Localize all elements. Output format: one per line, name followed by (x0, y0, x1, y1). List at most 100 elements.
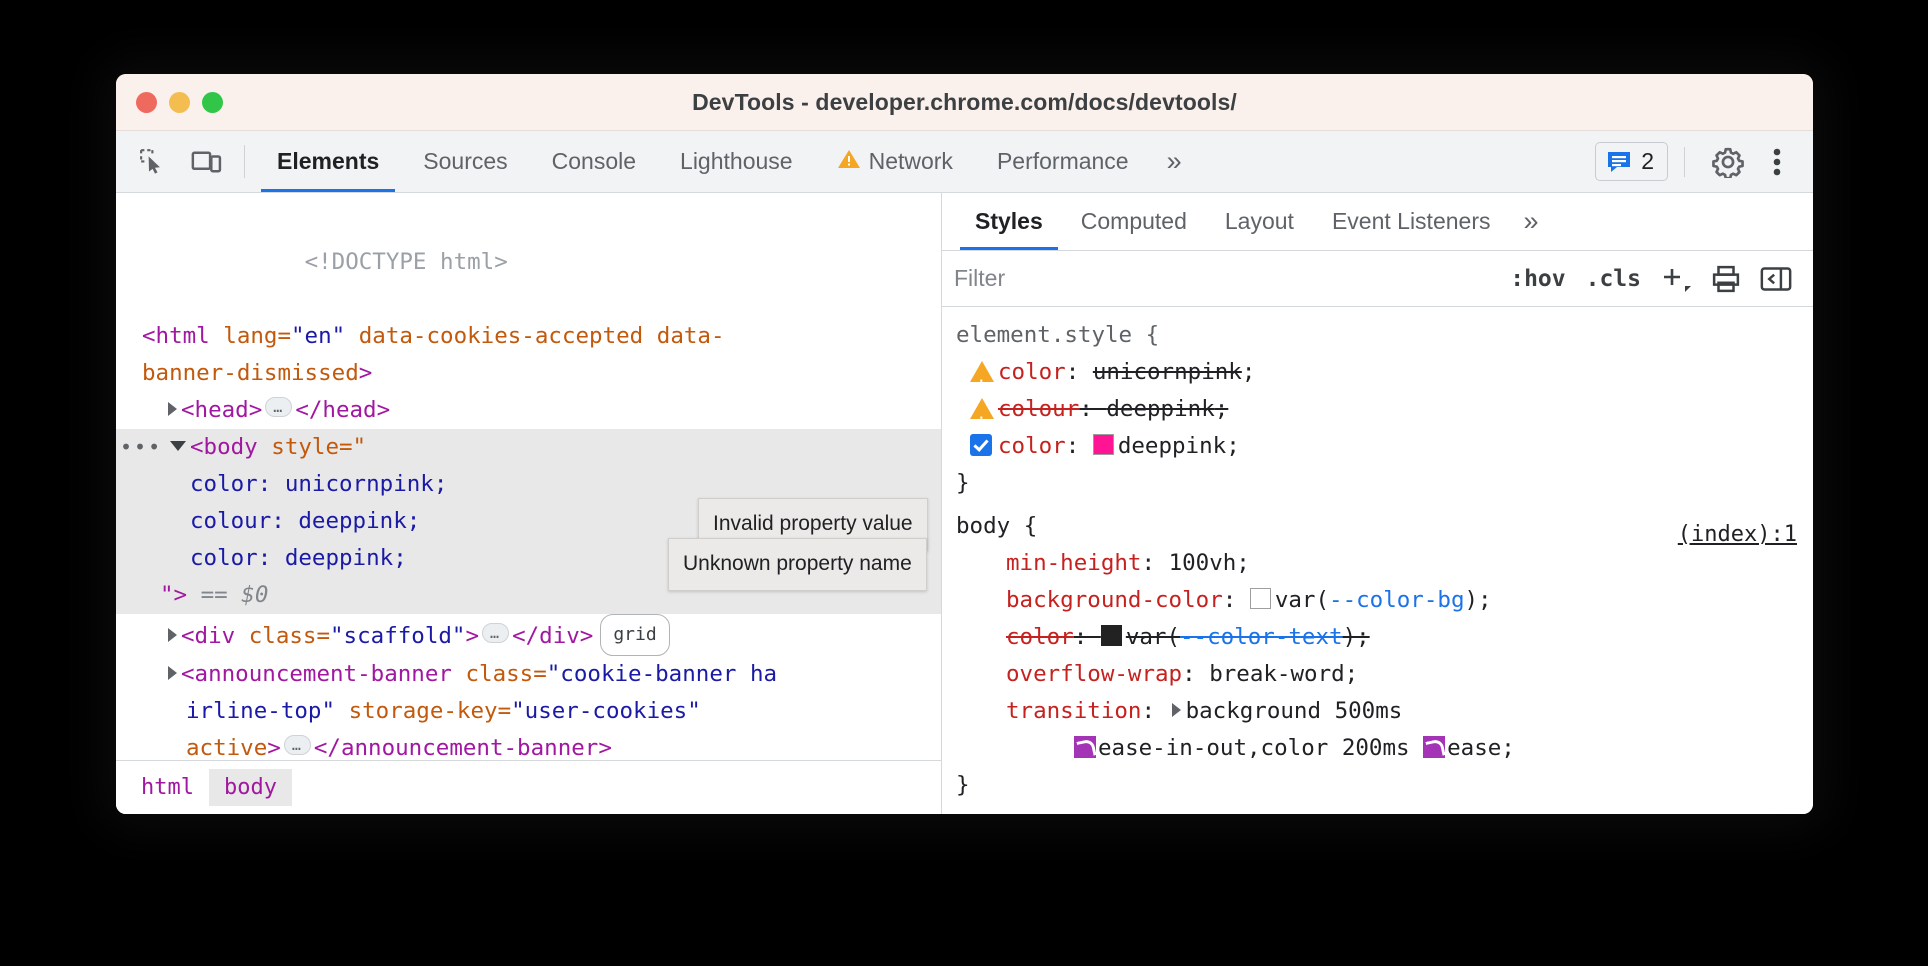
declaration-enabled-checkbox[interactable] (970, 434, 992, 456)
hov-toggle-button[interactable]: :hov (1500, 266, 1575, 292)
declaration-value-part3[interactable]: ease; (1447, 735, 1515, 761)
styles-more-tabs-chevron-icon[interactable]: » (1509, 193, 1552, 250)
tab-layout[interactable]: Layout (1206, 193, 1313, 250)
declaration-property[interactable]: color (998, 359, 1066, 385)
declaration-value[interactable]: deeppink (1118, 433, 1226, 459)
device-toolbar-icon[interactable] (180, 131, 234, 192)
declaration-property[interactable]: color (1006, 624, 1074, 650)
expand-announcement-banner-arrow-icon[interactable] (168, 666, 177, 680)
declaration-color-var[interactable]: color: var(--color-text); (956, 619, 1813, 656)
declaration-value-part2[interactable]: ease-in-out,color 200ms (1098, 735, 1410, 761)
declaration-property[interactable]: background-color (1006, 587, 1223, 613)
styles-filter-input[interactable] (952, 257, 1500, 301)
tab-performance[interactable]: Performance (975, 131, 1151, 192)
data-cookies-accepted-attr[interactable]: data-cookies-accepted (359, 323, 643, 349)
cls-toggle-button[interactable]: .cls (1576, 266, 1651, 292)
expand-transition-arrow-icon[interactable] (1172, 703, 1181, 717)
div-class-attr[interactable]: class= (249, 623, 330, 649)
dom-line-announcement-banner-wrap2[interactable]: active>…</announcement-banner> (116, 730, 941, 760)
declaration-background-color[interactable]: background-color: var(--color-bg); (956, 582, 1813, 619)
declaration-overflow-wrap[interactable]: overflow-wrap: break-word; (956, 656, 1813, 693)
gear-icon[interactable] (1701, 146, 1755, 178)
declaration-property[interactable]: color (998, 433, 1066, 459)
declaration-property[interactable]: overflow-wrap (1006, 661, 1182, 687)
vertical-dots-icon[interactable] (1755, 147, 1799, 177)
body-gutter-dots-icon[interactable]: ••• (120, 429, 162, 466)
dom-line-announcement-banner[interactable]: <announcement-banner class="cookie-banne… (116, 656, 941, 693)
color-swatch-deeppink[interactable] (1093, 434, 1114, 455)
body-style-attr[interactable]: style=" (271, 434, 366, 460)
tab-network[interactable]: Network (815, 131, 975, 192)
warning-triangle-icon[interactable] (970, 398, 994, 419)
announcement-banner-class-value-part1[interactable]: "cookie-banner ha (547, 661, 777, 687)
declaration-value[interactable]: break-word; (1209, 661, 1358, 687)
easing-curve-icon[interactable] (1074, 736, 1096, 758)
collapse-body-arrow-icon[interactable] (170, 441, 186, 451)
declaration-value[interactable]: 100vh; (1169, 550, 1250, 576)
declaration-property[interactable]: min-height (1006, 550, 1141, 576)
rule-body[interactable]: body { (index):1 min-height: 100vh; back… (942, 508, 1813, 804)
dom-line-head[interactable]: <head>…</head> (116, 392, 941, 429)
data-banner-dismissed-attr-part2[interactable]: banner-dismissed (142, 360, 359, 386)
breadcrumb-item-body[interactable]: body (209, 769, 292, 806)
declaration-value-part1[interactable]: background 500ms (1186, 698, 1403, 724)
declaration-var-name[interactable]: --color-bg (1329, 587, 1464, 613)
issues-badge-button[interactable]: 2 (1595, 142, 1668, 181)
tab-event-listeners[interactable]: Event Listeners (1313, 193, 1510, 250)
declaration-var-name[interactable]: --color-text (1180, 624, 1343, 650)
rule-element-style[interactable]: element.style { color: unicornpink; colo… (942, 317, 1813, 502)
inspect-cursor-icon[interactable] (126, 131, 180, 192)
head-collapsed-ellipsis-icon[interactable]: … (265, 397, 292, 417)
tab-lighthouse[interactable]: Lighthouse (658, 131, 815, 192)
print-media-icon[interactable] (1701, 257, 1751, 301)
announcement-banner-collapsed-ellipsis-icon[interactable]: … (284, 735, 311, 755)
announcement-banner-active-attr[interactable]: active (186, 735, 267, 760)
tab-sources[interactable]: Sources (401, 131, 529, 192)
warning-triangle-icon[interactable] (970, 361, 994, 382)
color-swatch-bg[interactable] (1250, 588, 1271, 609)
expand-div-arrow-icon[interactable] (168, 628, 177, 642)
dom-line-html-open[interactable]: <html lang="en" data-cookies-accepted da… (116, 318, 941, 355)
declaration-transition-wrap[interactable]: ease-in-out,color 200ms ease; (956, 730, 1813, 767)
color-swatch-text[interactable] (1101, 625, 1122, 646)
lang-attr-value[interactable]: "en" (291, 323, 345, 349)
div-collapsed-ellipsis-icon[interactable]: … (482, 623, 509, 643)
lang-attr-name[interactable]: lang (223, 323, 277, 349)
colon-1: : (1066, 359, 1093, 385)
declaration-value[interactable]: deeppink (1106, 396, 1214, 422)
declaration-property[interactable]: transition (1006, 698, 1141, 724)
styles-rules-list[interactable]: element.style { color: unicornpink; colo… (942, 307, 1813, 814)
tab-computed[interactable]: Computed (1062, 193, 1206, 250)
dom-line-doctype[interactable]: <!DOCTYPE html> (116, 207, 941, 318)
tab-lighthouse-label: Lighthouse (680, 148, 793, 175)
dom-line-div-scaffold[interactable]: <div class="scaffold">…</div>grid (116, 614, 941, 656)
tab-styles[interactable]: Styles (956, 193, 1062, 250)
dom-line-html-open-wrap[interactable]: banner-dismissed> (116, 355, 941, 392)
grid-badge[interactable]: grid (600, 614, 669, 656)
announcement-banner-class-attr[interactable]: class= (465, 661, 546, 687)
plus-icon[interactable] (1651, 257, 1701, 301)
style-source-link[interactable]: (index):1 (1678, 516, 1797, 553)
declaration-property[interactable]: colour (998, 396, 1079, 422)
dom-line-announcement-banner-wrap1[interactable]: irline-top" storage-key="user-cookies" (116, 693, 941, 730)
breadcrumb-item-html[interactable]: html (126, 769, 209, 806)
declaration-transition[interactable]: transition: background 500ms (956, 693, 1813, 730)
tab-elements[interactable]: Elements (255, 131, 401, 192)
announcement-banner-storage-key-value[interactable]: "user-cookies" (511, 698, 701, 724)
dom-tree[interactable]: <!DOCTYPE html> <html lang="en" data-coo… (116, 193, 941, 760)
announcement-banner-class-value-part2[interactable]: irline-top" (186, 698, 335, 724)
announcement-banner-storage-key-attr[interactable]: storage-key= (349, 698, 512, 724)
declaration-color-deeppink[interactable]: color: deeppink; (956, 428, 1813, 465)
expand-head-arrow-icon[interactable] (168, 402, 177, 416)
more-tabs-chevron-icon[interactable]: » (1151, 131, 1198, 192)
declaration-colour-deeppink[interactable]: colour: deeppink; (956, 391, 1813, 428)
toggle-sidebar-icon[interactable] (1751, 257, 1801, 301)
declaration-value[interactable]: unicornpink (1093, 359, 1242, 385)
div-class-value[interactable]: "scaffold" (330, 623, 465, 649)
tab-console[interactable]: Console (530, 131, 658, 192)
easing-curve-icon[interactable] (1423, 736, 1445, 758)
semicolon-2: ; (1215, 396, 1229, 422)
declaration-color-unicornpink[interactable]: color: unicornpink; (956, 354, 1813, 391)
dom-line-body-open[interactable]: •••<body style=" (116, 429, 941, 466)
data-banner-dismissed-attr-part1[interactable]: data- (657, 323, 725, 349)
